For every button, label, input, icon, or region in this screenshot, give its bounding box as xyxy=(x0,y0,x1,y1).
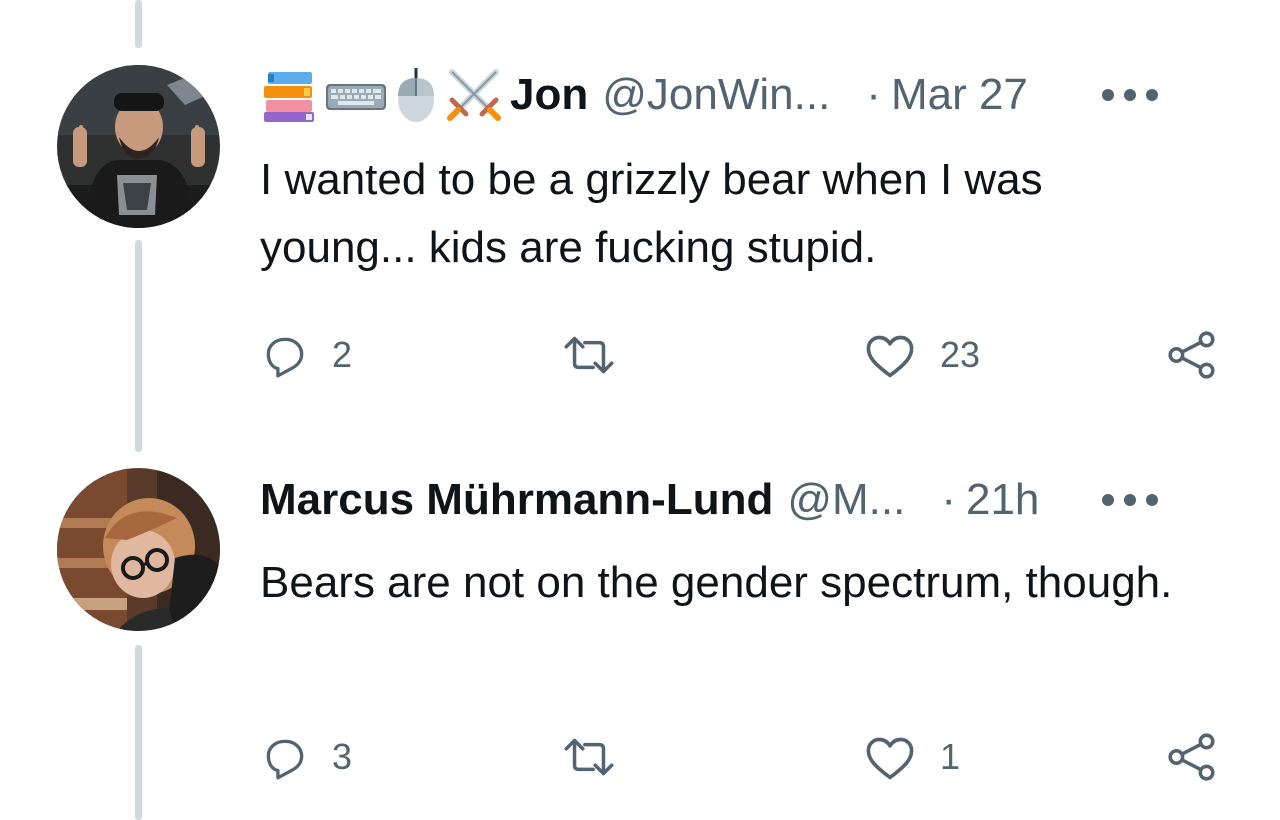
tweet-actions: 2 23 xyxy=(260,330,1225,380)
tweet-actions: 3 1 xyxy=(260,732,1225,782)
retweet-button[interactable] xyxy=(558,330,642,380)
books-emoji xyxy=(264,72,314,122)
heart-icon xyxy=(866,737,914,780)
reply-icon xyxy=(266,739,304,780)
tweet-text: Bears are not on the gender spectrum, th… xyxy=(260,558,1173,607)
retweet-icon xyxy=(564,738,614,776)
avatar[interactable] xyxy=(57,468,220,631)
separator-dot: · xyxy=(866,70,881,119)
name-emoji-badges xyxy=(260,66,504,124)
reply-count: 3 xyxy=(332,736,353,777)
thread-line-top xyxy=(135,0,142,48)
thread-line-middle xyxy=(135,240,142,452)
share-button[interactable] xyxy=(1165,330,1219,380)
like-count: 23 xyxy=(940,334,981,375)
more-icon[interactable] xyxy=(1102,88,1158,102)
more-icon[interactable] xyxy=(1102,493,1158,507)
user-handle[interactable]: @JonWin... xyxy=(602,70,830,120)
retweet-icon xyxy=(564,336,614,374)
tweet-header: Marcus Mührmann-Lund @M... · 21h xyxy=(260,470,1220,530)
user-handle[interactable]: @M... xyxy=(787,475,905,525)
tweet-text: I wanted to be a grizzly bear when I was… xyxy=(260,155,1043,272)
share-icon xyxy=(1168,733,1215,781)
heart-icon xyxy=(866,335,914,378)
like-button[interactable]: 1 xyxy=(862,732,960,782)
reply-button[interactable]: 2 xyxy=(260,330,352,380)
thread-line-bottom xyxy=(135,645,142,820)
like-count: 1 xyxy=(940,736,961,777)
display-name[interactable]: Marcus Mührmann-Lund xyxy=(260,475,773,525)
keyboard-emoji xyxy=(326,84,386,110)
reply-button[interactable]: 3 xyxy=(260,732,352,782)
separator-dot: · xyxy=(941,475,956,524)
retweet-button[interactable] xyxy=(558,732,642,782)
mouse-emoji xyxy=(398,68,434,122)
display-name[interactable]: Jon xyxy=(510,70,588,120)
share-icon xyxy=(1168,331,1215,379)
share-button[interactable] xyxy=(1165,732,1219,782)
avatar[interactable] xyxy=(57,65,220,228)
crossed-swords-emoji xyxy=(447,69,501,121)
reply-count: 2 xyxy=(332,334,353,375)
reply-icon xyxy=(266,337,304,378)
timestamp[interactable]: 21h xyxy=(966,475,1039,525)
tweet-header: Jon @JonWin... · Mar 27 xyxy=(260,65,1220,125)
timestamp[interactable]: Mar 27 xyxy=(891,70,1028,120)
like-button[interactable]: 23 xyxy=(862,330,980,380)
